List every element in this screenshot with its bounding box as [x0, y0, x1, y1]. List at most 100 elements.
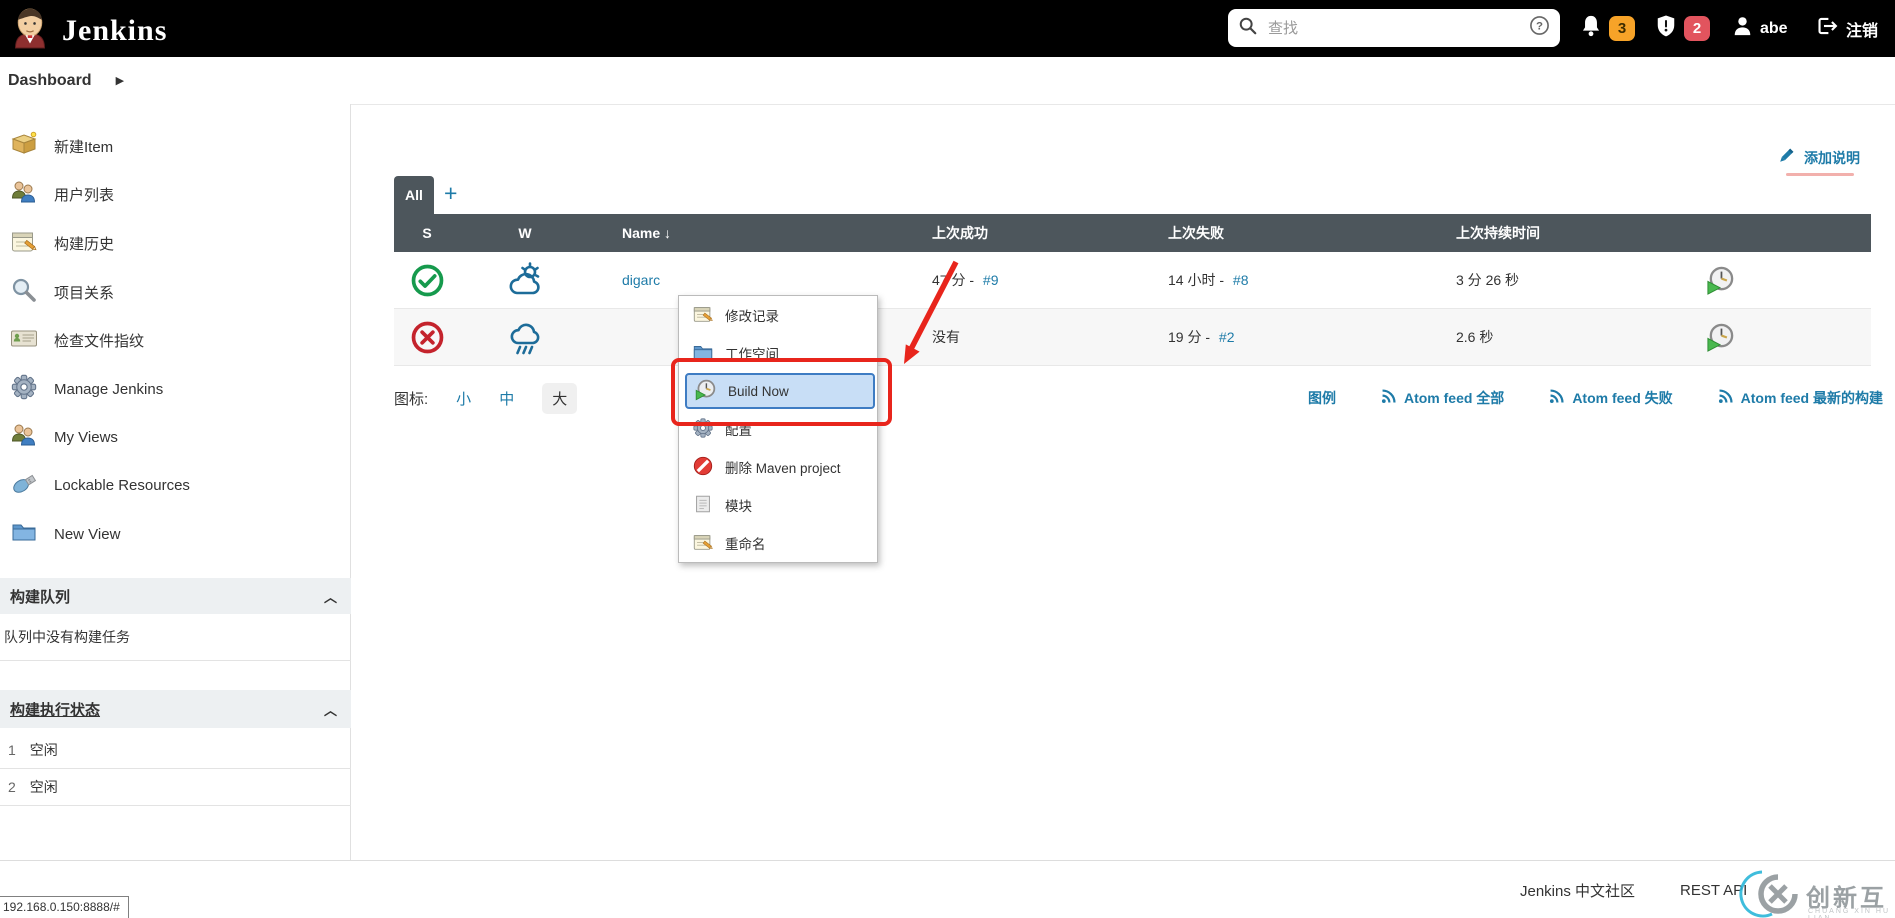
- bell-icon: [1580, 14, 1602, 43]
- menu-item-delete[interactable]: 删除 Maven project: [679, 448, 877, 486]
- sidebar-item-label: 项目关系: [54, 282, 114, 303]
- status-failed-icon[interactable]: [394, 319, 460, 356]
- sidebar-item-label: Lockable Resources: [54, 477, 190, 494]
- atom-feed-all-link[interactable]: Atom feed 全部: [1380, 388, 1504, 408]
- table-row: 没有 19 分 - #2 2.6 秒: [394, 309, 1871, 366]
- column-header-weather[interactable]: W: [460, 225, 590, 241]
- executor-status-title[interactable]: 构建执行状态: [10, 699, 100, 720]
- notepad-pencil-icon: [10, 227, 38, 260]
- sidebar-item-new-view[interactable]: New View: [0, 510, 351, 558]
- sidebar-item-label: 新建Item: [54, 136, 113, 157]
- sidebar-item-lockable-resources[interactable]: Lockable Resources: [0, 461, 351, 509]
- job-context-menu: 修改记录 工作空间 Build Now 配置 删除 Maven project …: [678, 295, 878, 563]
- rss-icon: [1380, 388, 1397, 408]
- column-header-name[interactable]: Name ↓: [590, 225, 900, 241]
- atom-feed-failures-link[interactable]: Atom feed 失败: [1548, 388, 1672, 408]
- breadcrumb-dashboard[interactable]: Dashboard: [8, 72, 92, 90]
- status-url-tooltip: 192.168.0.150:8888/#: [0, 896, 129, 918]
- tab-add-view[interactable]: +: [444, 180, 457, 207]
- status-success-icon[interactable]: [394, 262, 460, 299]
- security-warnings-button[interactable]: 2: [1655, 0, 1710, 57]
- sidebar-item-new-item[interactable]: 新建Item: [0, 122, 351, 170]
- column-header-last-duration[interactable]: 上次持续时间: [1424, 223, 1658, 243]
- sidebar-item-manage-jenkins[interactable]: Manage Jenkins: [0, 365, 351, 413]
- breadcrumb-caret-icon[interactable]: ▶: [116, 74, 124, 87]
- sidebar-item-my-views[interactable]: My Views: [0, 413, 351, 461]
- icon-size-label: 图标:: [394, 388, 428, 409]
- search-icon: [1238, 16, 1258, 41]
- icon-size-medium[interactable]: 中: [499, 388, 514, 409]
- folder-icon: [692, 341, 714, 366]
- schedule-build-button[interactable]: [1658, 265, 1871, 296]
- menu-item-rename[interactable]: 重命名: [679, 524, 877, 562]
- build-number-link[interactable]: #8: [1233, 272, 1249, 288]
- weather-partly-cloudy-icon[interactable]: [460, 260, 590, 300]
- shield-warning-icon: [1655, 14, 1677, 43]
- sidebar-item-label: 用户列表: [54, 184, 114, 205]
- job-link-digarc[interactable]: digarc: [622, 272, 660, 288]
- menu-item-label: 修改记录: [725, 305, 779, 325]
- user-menu[interactable]: abe: [1732, 0, 1788, 57]
- menu-item-label: 工作空间: [725, 343, 779, 363]
- atom-feed-latest-link[interactable]: Atom feed 最新的构建: [1717, 388, 1883, 408]
- menu-item-configure[interactable]: 配置: [679, 410, 877, 448]
- icon-size-large-selected[interactable]: 大: [542, 383, 577, 414]
- sidebar-item-label: My Views: [54, 429, 118, 446]
- icon-size-small[interactable]: 小: [456, 388, 471, 409]
- user-icon: [1732, 15, 1753, 42]
- search-help-icon[interactable]: ?: [1529, 15, 1550, 41]
- rss-icon: [1548, 388, 1565, 408]
- breadcrumb: Dashboard ▶: [0, 57, 1895, 105]
- menu-item-workspace[interactable]: 工作空间: [679, 334, 877, 372]
- schedule-build-button[interactable]: [1658, 322, 1871, 353]
- last-success-text: 47 分 -: [932, 272, 974, 288]
- usb-key-icon: [10, 469, 38, 502]
- menu-item-build-now[interactable]: Build Now: [685, 373, 875, 409]
- weather-rain-icon[interactable]: [460, 317, 590, 357]
- app-title: Jenkins: [62, 14, 167, 48]
- sidebar-item-check-fingerprint[interactable]: 检查文件指纹: [0, 316, 351, 364]
- notifications-button[interactable]: 3: [1580, 0, 1635, 57]
- jenkins-home-link[interactable]: Jenkins: [10, 7, 167, 54]
- tab-all[interactable]: All: [394, 176, 434, 214]
- sidebar-item-user-list[interactable]: 用户列表: [0, 170, 351, 218]
- prohibition-icon: [692, 455, 714, 480]
- sidebar: 新建Item 用户列表 构建历史 项目关系 检查文件指纹 Manage Jenk…: [0, 104, 351, 860]
- column-header-last-failure[interactable]: 上次失败: [1136, 223, 1424, 243]
- column-header-status[interactable]: S: [394, 225, 460, 241]
- sidebar-item-build-history[interactable]: 构建历史: [0, 219, 351, 267]
- build-queue-header[interactable]: 构建队列 ︿: [0, 578, 351, 614]
- security-warnings-badge: 2: [1684, 16, 1710, 41]
- add-description-link[interactable]: 添加说明: [1776, 146, 1860, 169]
- search-box[interactable]: ?: [1228, 9, 1560, 47]
- folder-icon: [10, 518, 38, 551]
- users-icon: [10, 178, 38, 211]
- menu-item-modules[interactable]: 模块: [679, 486, 877, 524]
- legend-link[interactable]: 图例: [1308, 388, 1336, 408]
- logout-button[interactable]: 注销: [1816, 0, 1878, 57]
- executor-state: 空闲: [30, 777, 58, 797]
- watermark: 创新互联 CHUANG XIN HU LIAN: [1732, 870, 1895, 918]
- sidebar-item-project-relationship[interactable]: 项目关系: [0, 268, 351, 316]
- chevron-up-icon[interactable]: ︿: [324, 700, 337, 719]
- column-header-last-success[interactable]: 上次成功: [900, 223, 1136, 243]
- build-queue-empty-text: 队列中没有构建任务: [4, 627, 130, 647]
- add-description-label: 添加说明: [1804, 148, 1860, 168]
- last-duration-text: 2.6 秒: [1456, 329, 1493, 345]
- notifications-badge: 3: [1609, 16, 1635, 41]
- executor-number: 1: [8, 742, 16, 758]
- menu-item-changes[interactable]: 修改记录: [679, 296, 877, 334]
- executor-status-header[interactable]: 构建执行状态 ︿: [0, 690, 351, 728]
- sidebar-item-label: New View: [54, 526, 120, 543]
- notepad-pencil-icon: [692, 531, 714, 556]
- icon-size-selector: 图标: 小 中 大: [394, 383, 577, 414]
- chevron-up-icon[interactable]: ︿: [324, 587, 337, 606]
- search-input[interactable]: [1266, 19, 1529, 38]
- build-number-link[interactable]: #9: [983, 272, 999, 288]
- jenkins-dashboard: Jenkins ? 3 2 abe: [0, 0, 1895, 918]
- build-number-link[interactable]: #2: [1219, 329, 1235, 345]
- executor-state: 空闲: [30, 740, 58, 760]
- sidebar-item-label: 构建历史: [54, 233, 114, 254]
- footer-community-link[interactable]: Jenkins 中文社区: [1520, 861, 1635, 918]
- last-failure-text: 14 小时 -: [1168, 272, 1224, 288]
